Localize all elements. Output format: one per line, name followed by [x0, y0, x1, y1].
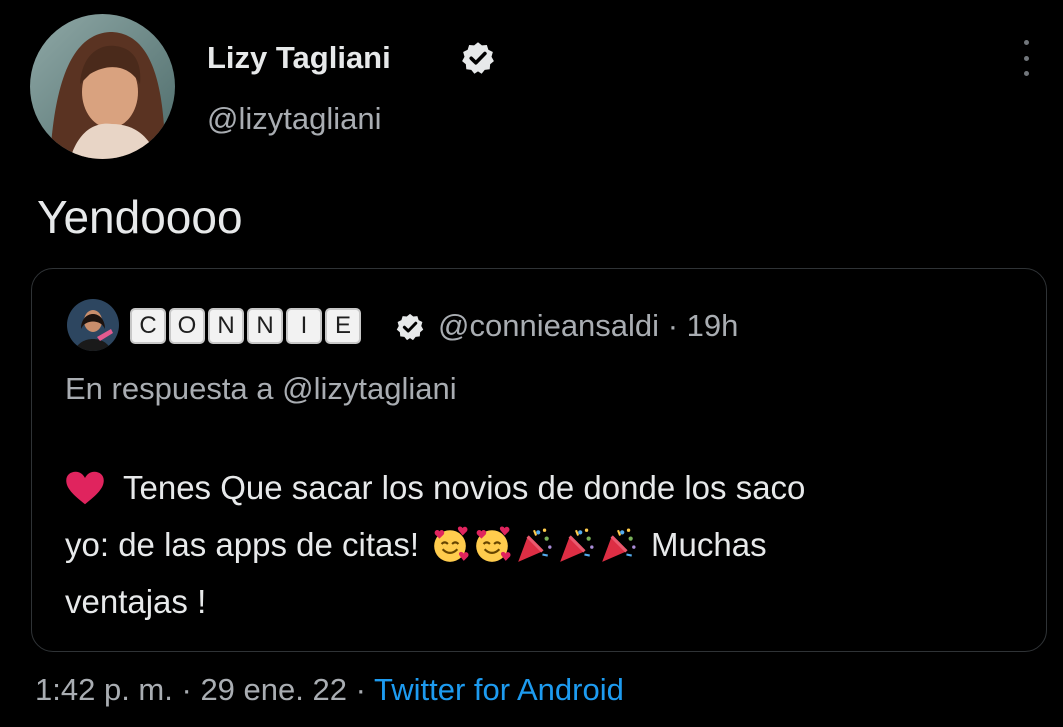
tweet-source-link[interactable]: Twitter for Android: [374, 672, 624, 707]
heart-icon: [66, 471, 104, 504]
separator: ·: [355, 672, 366, 707]
author-avatar[interactable]: [30, 14, 175, 159]
more-options-icon[interactable]: [1013, 38, 1039, 78]
name-letter-tile: N: [208, 308, 244, 344]
name-letter-tile: N: [247, 308, 283, 344]
quoted-tweet-text: Tenes Que sacar los novios de donde los …: [65, 459, 1025, 630]
quoted-text-line: ventajas !: [65, 583, 207, 620]
author-name[interactable]: Lizy Tagliani: [207, 40, 391, 76]
quoted-meta: @connieansaldi · 19h: [438, 307, 738, 345]
quoted-time[interactable]: 19h: [687, 308, 739, 343]
name-letter-tile: C: [130, 308, 166, 344]
quoted-text-line: Muchas: [651, 526, 767, 563]
name-letter-tile: O: [169, 308, 205, 344]
quoted-tweet[interactable]: C O N N I E @connieansaldi · 19h En resp…: [31, 268, 1047, 652]
smiling-face-with-hearts-icon: [434, 526, 469, 562]
name-letter-tile: E: [325, 308, 361, 344]
quoted-text-line: yo: de las apps de citas!: [65, 526, 420, 563]
verified-badge-icon: [462, 42, 494, 74]
tweet-footer: 1:42 p. m. · 29 ene. 22 · Twitter for An…: [35, 672, 624, 708]
quoted-handle[interactable]: @connieansaldi: [438, 308, 659, 343]
party-popper-icon: [560, 528, 594, 562]
quoted-author-name[interactable]: C O N N I E: [130, 307, 361, 345]
tweet-date[interactable]: 29 ene. 22: [200, 672, 347, 707]
verified-badge-icon: [396, 313, 424, 341]
separator: ·: [667, 308, 679, 343]
party-popper-icon: [602, 528, 636, 562]
smiling-face-with-hearts-icon: [476, 526, 511, 562]
quoted-author-avatar[interactable]: [67, 299, 119, 351]
party-popper-icon: [518, 528, 552, 562]
reply-context: En respuesta a @lizytagliani: [65, 371, 457, 406]
name-letter-tile: I: [286, 308, 322, 344]
tweet-detail: Lizy Tagliani @lizytagliani Yendoooo C O…: [0, 0, 1063, 727]
tweet-text: Yendoooo: [37, 191, 243, 243]
author-handle[interactable]: @lizytagliani: [207, 101, 381, 137]
tweet-time[interactable]: 1:42 p. m.: [35, 672, 173, 707]
separator: ·: [181, 672, 192, 707]
quoted-text-line: Tenes Que sacar los novios de donde los …: [123, 469, 806, 506]
